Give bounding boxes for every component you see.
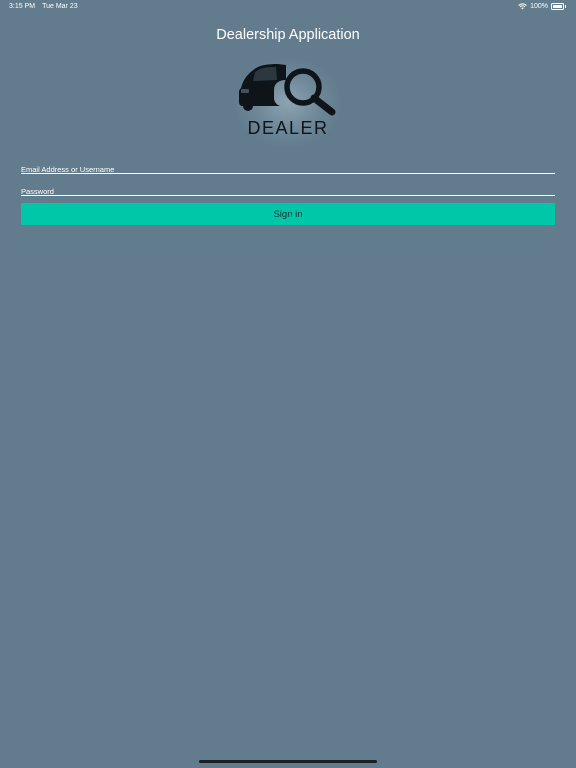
logo: DEALER — [234, 58, 342, 148]
email-field-wrapper — [21, 159, 555, 177]
page-title: Dealership Application — [216, 27, 360, 43]
battery-icon — [551, 3, 564, 10]
logo-text: DEALER — [247, 118, 329, 138]
status-time: 3:15 PM — [9, 3, 36, 10]
battery-percent: 100% — [530, 3, 548, 10]
battery-tip — [565, 5, 566, 8]
email-field[interactable] — [21, 162, 555, 177]
status-right: 100% — [518, 3, 566, 10]
status-bar: 3:15 PM Tue Mar 23 100% — [0, 0, 576, 14]
password-field-wrapper — [21, 181, 555, 199]
password-field[interactable] — [21, 184, 555, 199]
wifi-icon — [518, 3, 527, 10]
sign-in-button[interactable]: Sign in — [21, 203, 555, 225]
status-left: 3:15 PM Tue Mar 23 — [9, 3, 78, 10]
status-date: Tue Mar 23 — [42, 3, 78, 10]
home-indicator[interactable] — [199, 760, 377, 763]
